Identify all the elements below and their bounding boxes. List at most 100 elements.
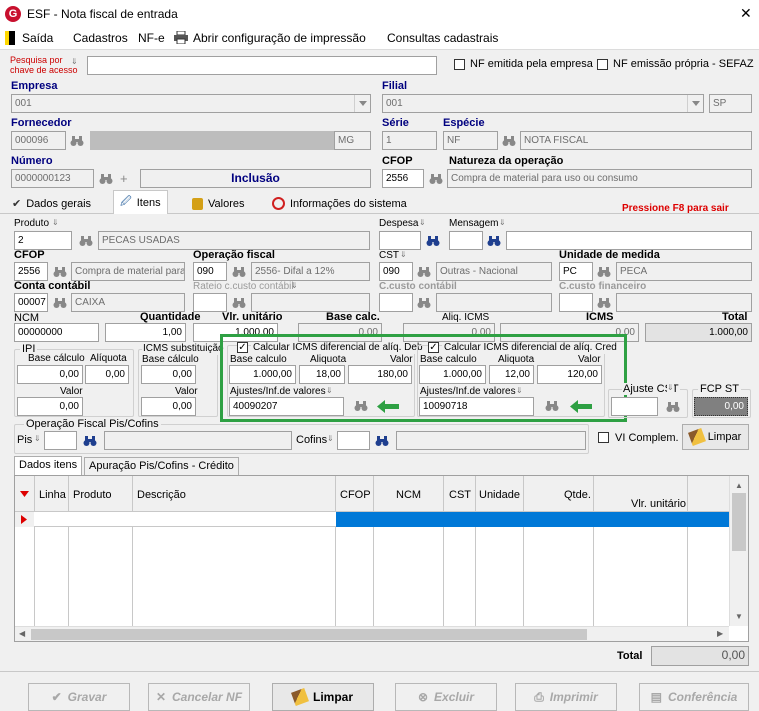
menu-cadastros[interactable]: Cadastros xyxy=(73,31,128,45)
binoculars-icon[interactable] xyxy=(49,262,71,281)
binoculars-icon[interactable] xyxy=(79,431,101,450)
binoculars-icon[interactable] xyxy=(95,169,117,188)
ccusto-input[interactable] xyxy=(379,293,413,312)
chevron-down-icon[interactable] xyxy=(354,95,370,112)
fornecedor-code[interactable]: 000096 xyxy=(11,131,66,150)
difal-deb-checkbox[interactable]: ✓ xyxy=(237,342,248,353)
binoculars-icon[interactable] xyxy=(350,396,372,415)
ncm-input[interactable]: 00000000 xyxy=(14,323,99,342)
tab-itens[interactable]: 🖉 Itens xyxy=(113,190,168,214)
binoculars-icon[interactable] xyxy=(662,397,684,416)
vl-complem-checkbox[interactable] xyxy=(598,432,609,443)
nf-empresa-checkbox[interactable] xyxy=(454,59,465,70)
binoculars-icon[interactable] xyxy=(413,262,435,281)
difal-cred-base[interactable]: 1.000,00 xyxy=(419,365,486,384)
col-qtde[interactable]: Qtde. xyxy=(564,489,591,501)
ipi-valor-input[interactable]: 0,00 xyxy=(17,397,83,416)
empresa-select[interactable]: 001 xyxy=(11,94,371,113)
difal-deb-aliq[interactable]: 18,00 xyxy=(299,365,345,384)
binoculars-icon[interactable] xyxy=(593,262,615,281)
chevron-down-icon[interactable] xyxy=(687,95,703,112)
cfop-input[interactable]: 2556 xyxy=(382,169,424,188)
ajuste-cst-input[interactable] xyxy=(611,397,658,416)
tab-dados-itens[interactable]: Dados itens xyxy=(14,456,83,476)
ccusto-fin-input[interactable] xyxy=(559,293,593,312)
col-linha[interactable]: Linha xyxy=(39,489,66,501)
conta-code[interactable]: 00007 xyxy=(14,293,48,312)
difal-cred-checkbox[interactable]: ✓ xyxy=(428,342,439,353)
ipi-base-input[interactable]: 0,00 xyxy=(17,365,83,384)
binoculars-icon[interactable] xyxy=(541,396,563,415)
pis-label: Pis xyxy=(17,434,33,446)
arrow-left-icon[interactable] xyxy=(570,400,592,416)
document-icon: 🖉 xyxy=(120,196,132,208)
despesa-input[interactable] xyxy=(379,231,421,250)
binoculars-icon[interactable] xyxy=(422,231,444,250)
icms-st-valor-input[interactable]: 0,00 xyxy=(141,397,196,416)
menu-print-config[interactable]: Abrir configuração de impressão xyxy=(193,31,366,45)
col-ncm[interactable]: NCM xyxy=(396,489,421,501)
ipi-base-label: Base cálculo xyxy=(28,353,85,364)
arrow-left-icon[interactable] xyxy=(377,400,399,416)
binoculars-icon[interactable] xyxy=(593,293,615,312)
pis-input[interactable] xyxy=(44,431,77,450)
filial-select[interactable]: 001 xyxy=(382,94,704,113)
quantidade-input[interactable]: 1,00 xyxy=(105,323,186,342)
access-key-input[interactable] xyxy=(87,56,437,75)
close-icon[interactable]: ✕ xyxy=(740,5,752,22)
menu-nfe[interactable]: NF-e xyxy=(138,31,165,45)
unidade-code[interactable]: PC xyxy=(559,262,593,281)
icms-st-base-input[interactable]: 0,00 xyxy=(141,365,196,384)
cofins-input[interactable] xyxy=(337,431,370,450)
binoculars-icon[interactable] xyxy=(371,431,393,450)
tab-info-sistema[interactable]: Informações do sistema xyxy=(266,193,413,214)
col-vlr-unit[interactable]: Vlr. unitário xyxy=(631,498,686,510)
tab-apuracao[interactable]: Apuração Pis/Cofins - Crédito xyxy=(84,457,239,475)
vertical-scrollbar[interactable]: ▲ ▼ xyxy=(729,476,748,626)
sort-icon: ⇓ xyxy=(71,57,78,66)
ipi-aliq-label: Alíquota xyxy=(90,353,127,364)
difal-cred-aliq[interactable]: 12,00 xyxy=(489,365,534,384)
binoculars-icon[interactable] xyxy=(413,293,435,312)
limpar-item-button[interactable]: Limpar xyxy=(682,424,749,450)
binoculars-icon[interactable] xyxy=(228,293,250,312)
unidade-label: Unidade de medida xyxy=(559,249,660,261)
plus-icon[interactable]: + xyxy=(120,171,128,186)
op-fiscal-code[interactable]: 090 xyxy=(193,262,227,281)
tab-valores[interactable]: Valores xyxy=(186,193,250,214)
table-row[interactable] xyxy=(15,512,729,527)
binoculars-icon[interactable] xyxy=(498,131,520,150)
col-descricao[interactable]: Descrição xyxy=(137,489,186,501)
col-cst[interactable]: CST xyxy=(449,489,471,501)
ipi-aliq-input[interactable]: 0,00 xyxy=(85,365,129,384)
menu-consultas[interactable]: Consultas cadastrais xyxy=(387,31,498,45)
cfop-item-input[interactable]: 2556 xyxy=(14,262,48,281)
col-unidade[interactable]: Unidade xyxy=(479,489,520,501)
difal-cred-ajustes[interactable]: 10090718 xyxy=(419,397,534,416)
serie-input[interactable]: 1 xyxy=(382,131,437,150)
col-cfop[interactable]: CFOP xyxy=(340,489,371,501)
binoculars-icon[interactable] xyxy=(228,262,250,281)
difal-deb-ajustes[interactable]: 40090207 xyxy=(229,397,344,416)
numero-input[interactable]: 0000000123 xyxy=(11,169,94,188)
nf-sefaz-checkbox[interactable] xyxy=(597,59,608,70)
binoculars-icon[interactable] xyxy=(483,231,505,250)
especie-code[interactable]: NF xyxy=(443,131,498,150)
fcp-label: FCP ST xyxy=(698,383,741,395)
tab-dados-gerais[interactable]: ✔ Dados gerais xyxy=(6,193,97,214)
binoculars-icon[interactable] xyxy=(75,231,97,250)
col-produto[interactable]: Produto xyxy=(73,489,112,501)
menu-saida[interactable]: Saída xyxy=(22,31,53,45)
horizontal-scrollbar[interactable]: ◀ ▶ xyxy=(15,626,729,641)
mensagem-input[interactable] xyxy=(449,231,483,250)
difal-deb-valor[interactable]: 180,00 xyxy=(348,365,412,384)
difal-cred-valor[interactable]: 120,00 xyxy=(537,365,602,384)
binoculars-icon[interactable] xyxy=(66,131,88,150)
rateio-input[interactable] xyxy=(193,293,227,312)
cst-code[interactable]: 090 xyxy=(379,262,413,281)
fcp-input[interactable]: 0,00 xyxy=(694,397,748,416)
binoculars-icon[interactable] xyxy=(49,293,71,312)
binoculars-icon[interactable] xyxy=(425,169,447,188)
difal-deb-base[interactable]: 1.000,00 xyxy=(229,365,296,384)
produto-code[interactable]: 2 xyxy=(14,231,72,250)
